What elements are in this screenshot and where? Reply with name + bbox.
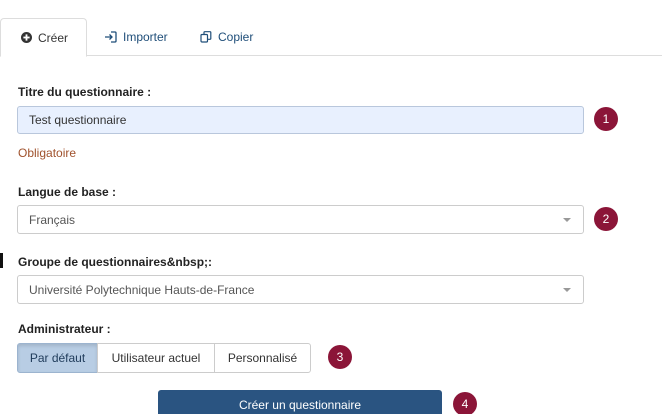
language-value: Français [29, 212, 76, 227]
create-questionnaire-button[interactable]: Créer un questionnaire [158, 390, 442, 414]
group-label: Groupe de questionnaires&nbsp;: [18, 255, 213, 269]
admin-option-current-user[interactable]: Utilisateur actuel [97, 343, 215, 373]
step-badge-1: 1 [594, 107, 618, 131]
group-select[interactable]: Université Polytechnique Hauts-de-France [17, 275, 584, 304]
tab-importer[interactable]: Importer [104, 18, 168, 56]
language-select[interactable]: Français [17, 205, 584, 234]
tab-label: Créer [38, 30, 69, 45]
import-icon [104, 31, 117, 43]
step-badge-3: 3 [328, 345, 352, 369]
plus-circle-icon [21, 32, 32, 43]
title-input[interactable]: Test questionnaire [17, 106, 584, 134]
admin-button-group: Par défaut Utilisateur actuel Personnali… [17, 343, 311, 373]
tab-copier[interactable]: Copier [200, 18, 253, 56]
admin-label: Administrateur : [18, 322, 111, 336]
title-label: Titre du questionnaire : [18, 85, 152, 99]
tab-creer[interactable]: Créer [0, 18, 87, 57]
tab-label: Copier [218, 30, 254, 44]
admin-option-custom[interactable]: Personnalisé [214, 343, 311, 373]
chevron-down-icon [563, 218, 571, 222]
copy-icon [200, 31, 212, 43]
tab-bar: Créer Importer Copier [0, 18, 662, 57]
tab-label: Importer [123, 30, 168, 44]
step-badge-2: 2 [594, 207, 618, 231]
language-label: Langue de base : [18, 185, 117, 199]
required-hint: Obligatoire [18, 146, 77, 160]
step-badge-4: 4 [453, 392, 477, 414]
group-value: Université Polytechnique Hauts-de-France [29, 282, 255, 297]
edge-marker [0, 253, 3, 268]
chevron-down-icon [563, 288, 571, 292]
admin-option-default[interactable]: Par défaut [17, 343, 98, 373]
